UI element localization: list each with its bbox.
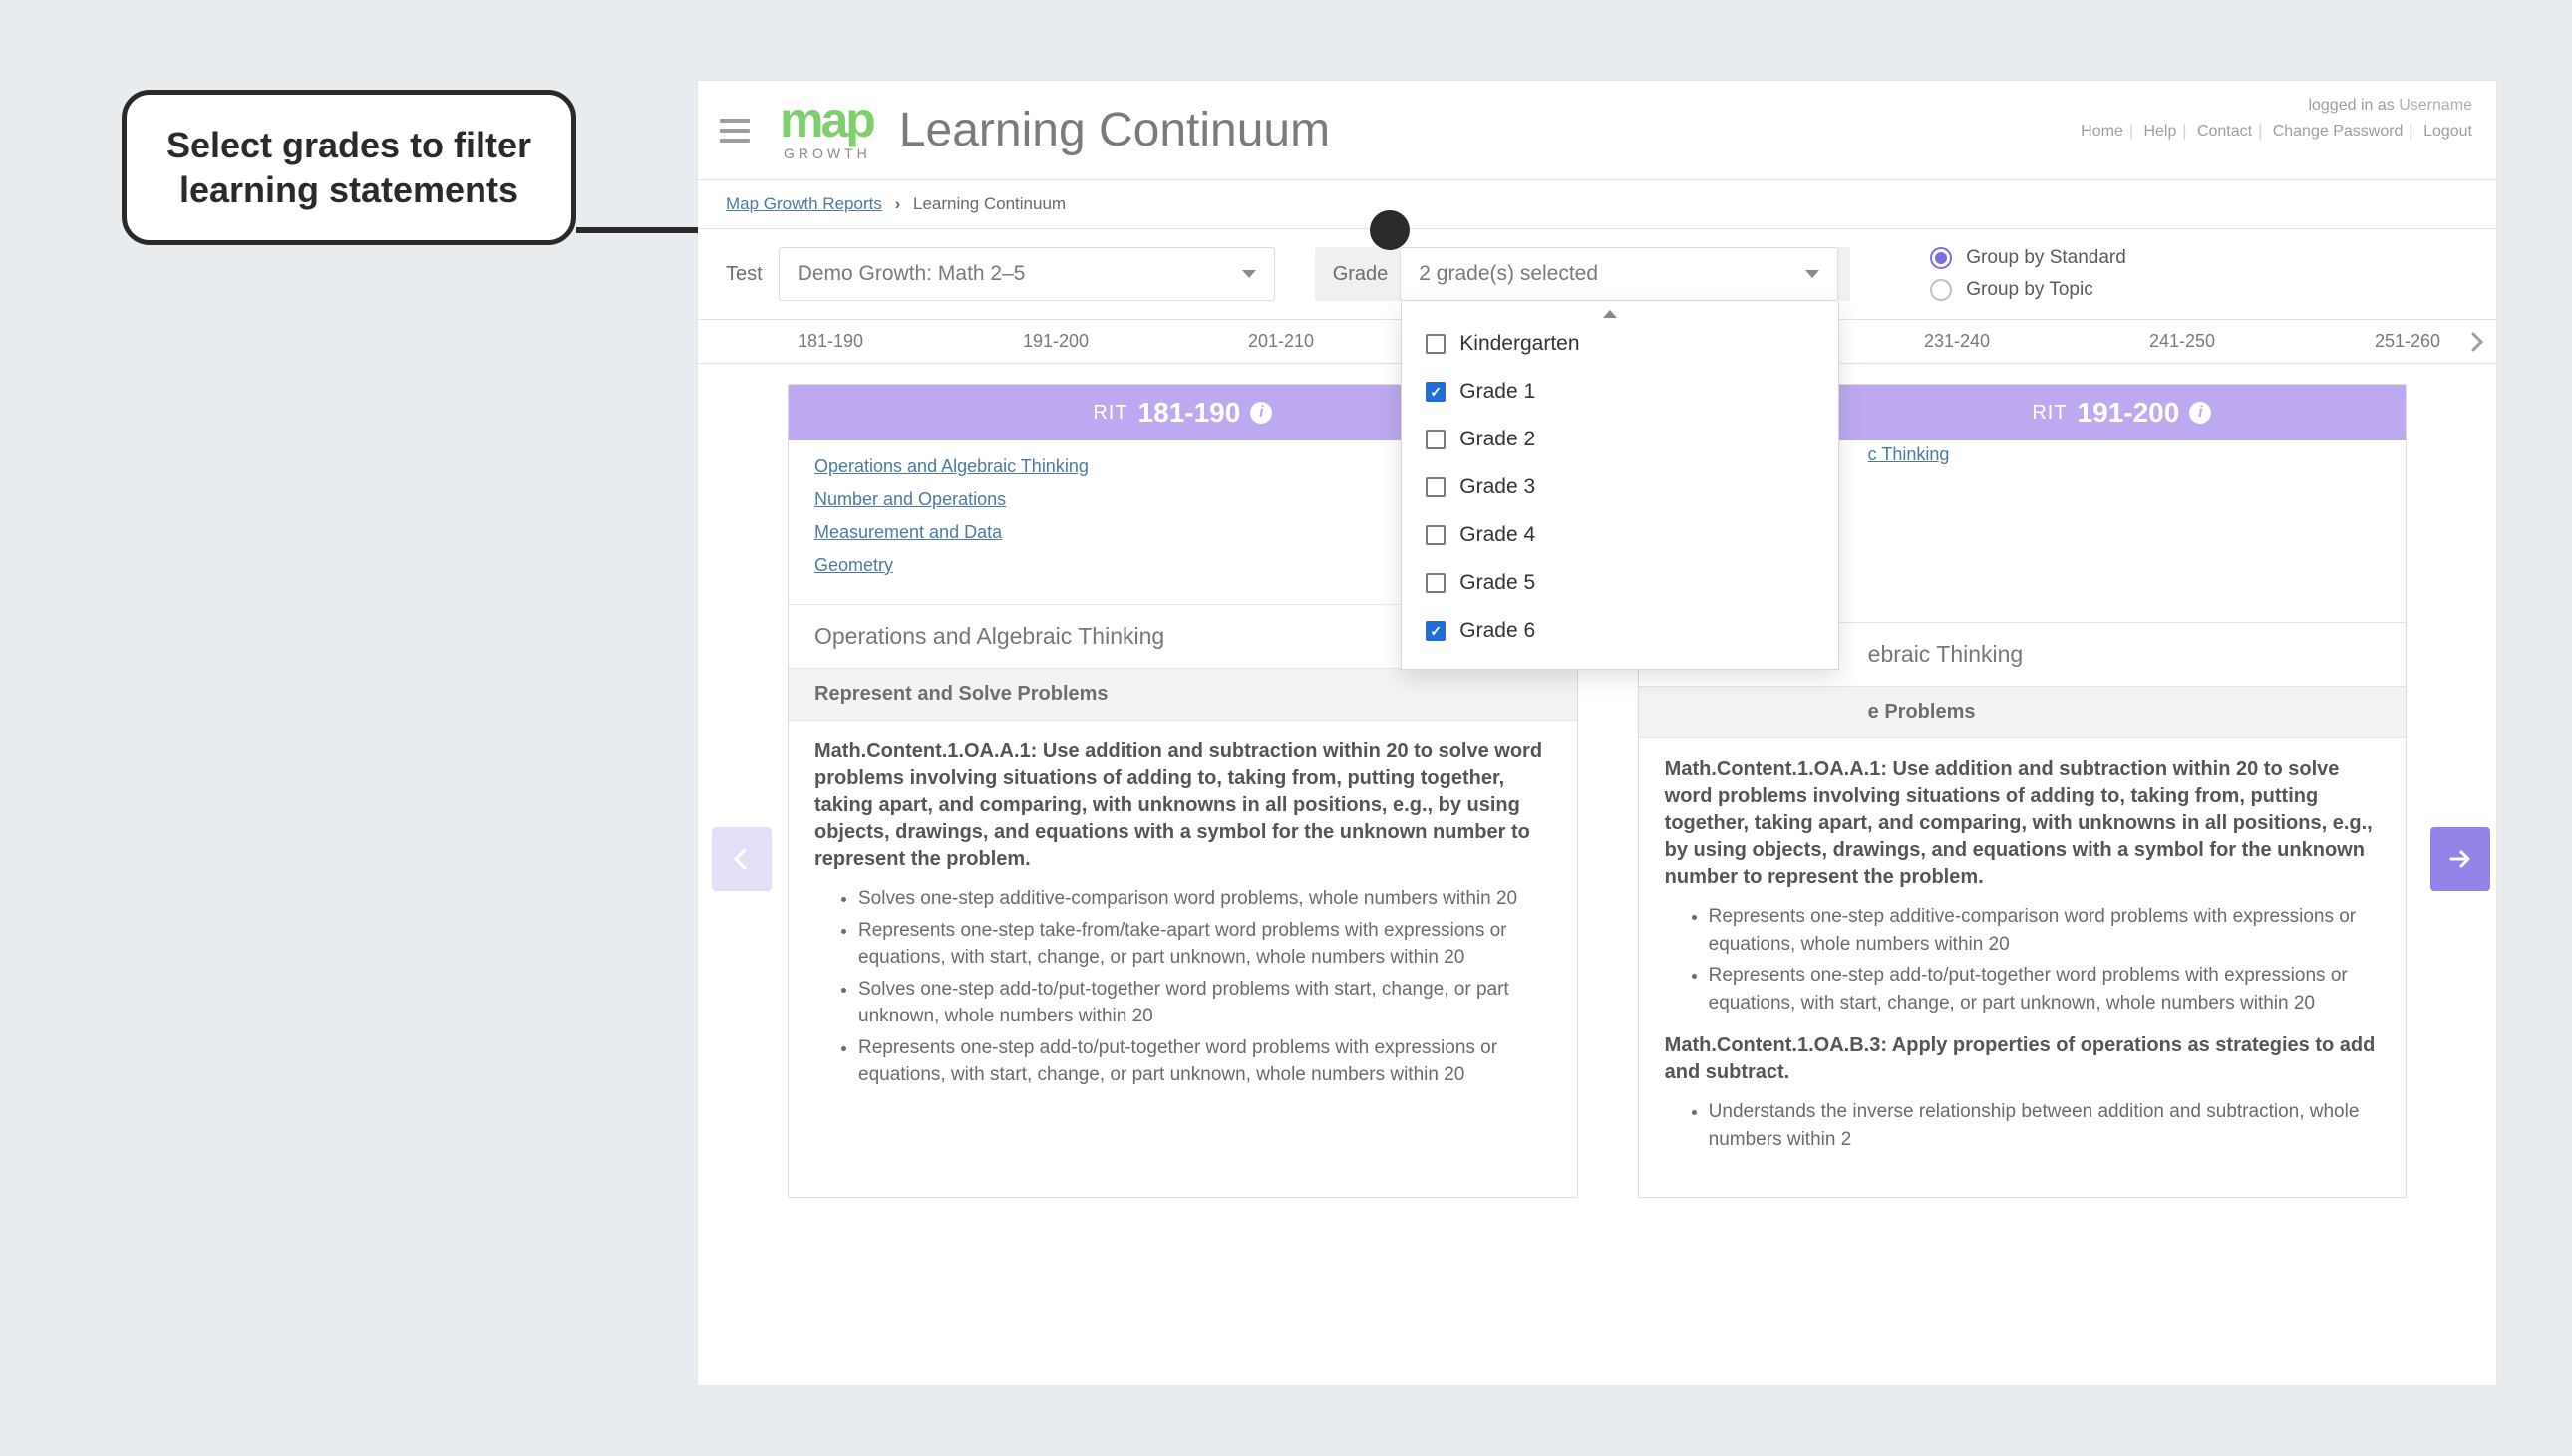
grade-dropdown[interactable]: 2 grade(s) selected Kindergarten Grade 1… bbox=[1400, 247, 1838, 301]
standard-bullets: Represents one-step additive-comparison … bbox=[1709, 903, 2380, 1017]
rit-value: 181-190 bbox=[1138, 397, 1241, 429]
checkbox-icon bbox=[1426, 334, 1446, 354]
test-dropdown[interactable]: Demo Growth: Math 2–5 bbox=[779, 247, 1275, 301]
breadcrumb-root[interactable]: Map Growth Reports bbox=[726, 194, 882, 213]
grade-option-grade-2[interactable]: Grade 2 bbox=[1402, 416, 1838, 463]
radio-label: Group by Topic bbox=[1966, 279, 2092, 301]
grade-option-label: Grade 5 bbox=[1459, 571, 1535, 595]
lane-nav-next[interactable] bbox=[2430, 827, 2490, 891]
band-tab[interactable]: 241-250 bbox=[2070, 331, 2295, 352]
breadcrumb: Map Growth Reports › Learning Continuum bbox=[698, 180, 2496, 229]
nav-change-password[interactable]: Change Password bbox=[2273, 123, 2404, 140]
grade-option-grade-3[interactable]: Grade 3 bbox=[1402, 463, 1838, 511]
group-options: Group by Standard Group by Topic bbox=[1930, 247, 2126, 301]
domain-link-peek[interactable]: c Thinking bbox=[1868, 444, 1950, 465]
logged-in-prefix: logged in as bbox=[2308, 97, 2399, 114]
grade-option-label: Grade 1 bbox=[1459, 380, 1535, 404]
grade-option-grade-6[interactable]: Grade 6 bbox=[1402, 607, 1838, 655]
grade-option-label: Kindergarten bbox=[1459, 332, 1579, 356]
checkbox-icon bbox=[1426, 430, 1446, 449]
callout-text: Select grades to filter learning stateme… bbox=[155, 123, 543, 212]
chevron-right-icon: › bbox=[895, 194, 901, 213]
logo-main: map bbox=[780, 100, 873, 140]
logo: map GROWTH bbox=[780, 100, 873, 161]
radio-group-by-standard[interactable]: Group by Standard bbox=[1930, 247, 2126, 269]
section-sub: Represent and Solve Problems bbox=[789, 668, 1577, 721]
bullet: Represents one-step additive-comparison … bbox=[1709, 903, 2380, 958]
checkbox-checked-icon bbox=[1426, 621, 1446, 641]
username: Username bbox=[2399, 97, 2472, 114]
callout-connector-dot bbox=[1370, 210, 1410, 250]
nav-contact[interactable]: Contact bbox=[2197, 123, 2252, 140]
bullet: Represents one-step take-from/take-apart… bbox=[858, 917, 1551, 972]
nav-home[interactable]: Home bbox=[2081, 123, 2123, 140]
standard-title: Math.Content.1.OA.A.1: Use addition and … bbox=[814, 738, 1551, 873]
app-frame: map GROWTH Learning Continuum logged in … bbox=[698, 81, 2496, 1385]
bullet: Represents one-step add-to/put-together … bbox=[1709, 962, 2380, 1017]
grade-option-label: Grade 2 bbox=[1459, 428, 1535, 451]
caret-down-icon bbox=[1805, 270, 1819, 278]
standard-bullets: Solves one-step additive-comparison word… bbox=[858, 885, 1551, 1089]
checkbox-icon bbox=[1426, 477, 1446, 497]
rit-label: RIT bbox=[2032, 402, 2067, 425]
section-sub: e Problems bbox=[1639, 686, 2406, 738]
app-header: map GROWTH Learning Continuum logged in … bbox=[698, 81, 2496, 180]
lane-nav-prev[interactable] bbox=[712, 827, 772, 891]
card-content: Math.Content.1.OA.A.1: Use addition and … bbox=[789, 721, 1577, 1133]
grade-option-grade-1[interactable]: Grade 1 bbox=[1402, 368, 1838, 416]
test-dropdown-value: Demo Growth: Math 2–5 bbox=[798, 262, 1242, 286]
grade-label: Grade bbox=[1333, 263, 1389, 286]
nav-help[interactable]: Help bbox=[2143, 123, 2176, 140]
info-icon[interactable]: i bbox=[2189, 402, 2211, 424]
bullet: Represents one-step add-to/put-together … bbox=[858, 1034, 1551, 1089]
test-label: Test bbox=[726, 263, 763, 286]
caret-up-icon[interactable] bbox=[1603, 310, 1617, 318]
callout-box: Select grades to filter learning stateme… bbox=[122, 90, 576, 245]
standard-title: Math.Content.1.OA.B.3: Apply properties … bbox=[1665, 1032, 2380, 1086]
hamburger-icon[interactable] bbox=[720, 119, 750, 143]
bullet: Solves one-step add-to/put-together word… bbox=[858, 976, 1551, 1030]
logo-sub: GROWTH bbox=[784, 146, 873, 161]
standard-title: Math.Content.1.OA.A.1: Use addition and … bbox=[1665, 756, 2380, 891]
caret-down-icon bbox=[1242, 270, 1256, 278]
header-right: logged in as Username Home| Help| Contac… bbox=[2081, 97, 2472, 141]
band-tab[interactable]: 231-240 bbox=[1844, 331, 2070, 352]
radio-label: Group by Standard bbox=[1966, 247, 2126, 269]
grade-dropdown-value: 2 grade(s) selected bbox=[1419, 262, 1805, 286]
checkbox-icon bbox=[1426, 573, 1446, 593]
grade-popover: Kindergarten Grade 1 Grade 2 Grade 3 Gra… bbox=[1401, 302, 1839, 670]
radio-checked-icon bbox=[1930, 247, 1952, 269]
checkbox-icon bbox=[1426, 525, 1446, 545]
bullet: Understands the inverse relationship bet… bbox=[1709, 1098, 2380, 1153]
grade-option-kindergarten[interactable]: Kindergarten bbox=[1402, 320, 1838, 368]
info-icon[interactable]: i bbox=[1250, 402, 1272, 424]
standard-bullets: Understands the inverse relationship bet… bbox=[1709, 1098, 2380, 1153]
bullet: Solves one-step additive-comparison word… bbox=[858, 885, 1551, 913]
grade-option-label: Grade 3 bbox=[1459, 475, 1535, 499]
card-content: Math.Content.1.OA.A.1: Use addition and … bbox=[1639, 738, 2406, 1197]
grade-option-grade-4[interactable]: Grade 4 bbox=[1402, 511, 1838, 559]
header-nav-links: Home| Help| Contact| Change Password| Lo… bbox=[2081, 123, 2472, 141]
band-scroll-right[interactable] bbox=[2458, 320, 2496, 364]
rit-value: 191-200 bbox=[2078, 397, 2180, 429]
radio-icon bbox=[1930, 279, 1952, 301]
grade-filter-wrap: Grade 2 grade(s) selected Kindergarten G… bbox=[1315, 247, 1851, 301]
breadcrumb-current: Learning Continuum bbox=[913, 194, 1066, 213]
filter-bar: Test Demo Growth: Math 2–5 Grade 2 grade… bbox=[698, 229, 2496, 320]
page-title: Learning Continuum bbox=[899, 103, 1330, 157]
logged-in-line: logged in as Username bbox=[2081, 97, 2472, 115]
rit-label: RIT bbox=[1093, 402, 1127, 425]
band-tab[interactable]: 201-210 bbox=[1168, 331, 1394, 352]
nav-logout[interactable]: Logout bbox=[2423, 123, 2472, 140]
band-tab[interactable]: 181-190 bbox=[718, 331, 943, 352]
band-tab[interactable]: 191-200 bbox=[943, 331, 1168, 352]
grade-option-label: Grade 4 bbox=[1459, 523, 1535, 547]
grade-option-grade-5[interactable]: Grade 5 bbox=[1402, 559, 1838, 607]
checkbox-checked-icon bbox=[1426, 382, 1446, 402]
radio-group-by-topic[interactable]: Group by Topic bbox=[1930, 279, 2126, 301]
grade-option-label: Grade 6 bbox=[1459, 619, 1535, 643]
